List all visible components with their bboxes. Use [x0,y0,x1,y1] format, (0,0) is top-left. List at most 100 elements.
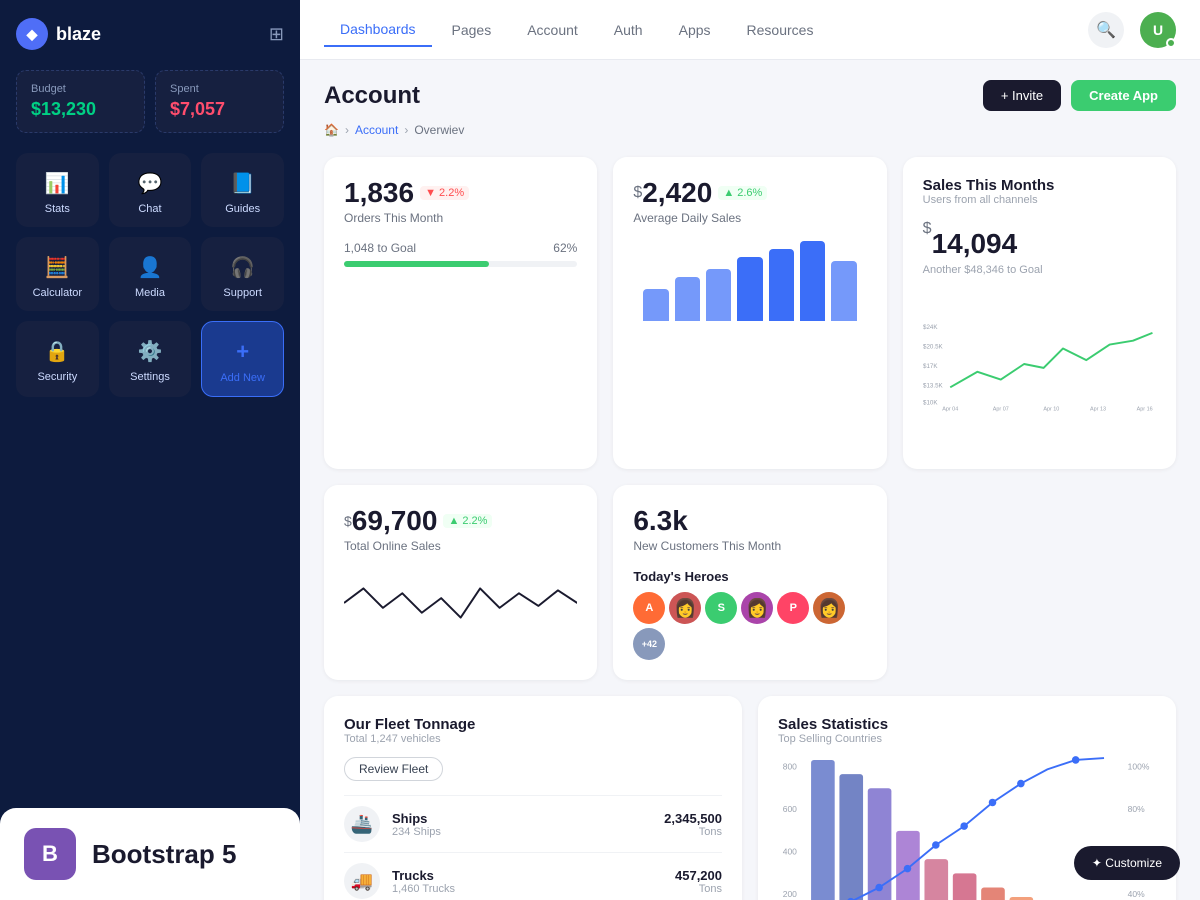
menu-icon[interactable]: ⊞ [269,24,284,45]
avatar[interactable]: U [1140,12,1176,48]
hero-5: P [777,592,809,624]
nav-grid: 📊 Stats 💬 Chat 📘 Guides 🧮 Calculator 👤 M… [16,153,284,397]
breadcrumb-account[interactable]: Account [355,123,398,137]
svg-text:$10K: $10K [923,399,938,406]
page-actions: + Invite Create App [983,80,1176,111]
bar-6 [800,241,825,321]
trucks-tons: 457,200 [675,868,722,883]
bar-1 [643,289,668,321]
sidebar-item-stats[interactable]: 📊 Stats [16,153,99,227]
main-content: Dashboards Pages Account Auth Apps Resou… [300,0,1200,900]
support-icon: 🎧 [229,253,257,281]
progress-row: 1,048 to Goal 62% [344,241,577,255]
daily-sales-change: ▲ 2.6% [718,186,767,200]
sales-prefix: $ [923,220,932,238]
total-sales-prefix: $ [344,513,352,529]
bar-3 [706,269,731,321]
ships-info: Ships 234 Ships [392,811,441,838]
create-app-label: Create App [1089,88,1158,103]
sidebar-item-security[interactable]: 🔒 Security [16,321,99,397]
trucks-info: Trucks 1,460 Trucks [392,868,455,895]
spent-value: $7,057 [170,99,269,120]
stats-grid: 1,836 ▼ 2.2% Orders This Month 1,048 to … [324,157,1176,469]
hero-1: A [633,592,665,624]
bar-5 [769,249,794,321]
svg-text:Apr 16: Apr 16 [1136,407,1152,413]
sales-stats-sub: Top Selling Countries [778,733,1156,745]
sidebar-item-guides[interactable]: 📘 Guides [201,153,284,227]
sidebar-item-chat[interactable]: 💬 Chat [109,153,192,227]
tab-apps[interactable]: Apps [663,14,727,46]
orders-change: ▼ 2.2% [420,186,469,200]
bootstrap-letter: B [42,841,58,867]
sales-month-card: Sales This Months Users from all channel… [903,157,1176,469]
svg-text:80%: 80% [1128,804,1145,814]
guides-label: Guides [225,203,260,215]
app-name: blaze [56,24,101,45]
tab-auth[interactable]: Auth [598,14,659,46]
breadcrumb-overview: Overwiev [414,123,464,137]
breadcrumb: 🏠 › Account › Overwiev [324,123,1176,137]
settings-icon: ⚙️ [136,337,164,365]
sales-goal: Another $48,346 to Goal [923,264,1156,276]
hero-4: 👩 [741,592,773,624]
svg-text:40%: 40% [1128,889,1145,899]
hero-3: S [705,592,737,624]
progress-percent: 62% [553,241,577,255]
sidebar-item-calculator[interactable]: 🧮 Calculator [16,237,99,311]
svg-text:100%: 100% [1128,761,1150,771]
trucks-unit: Tons [675,883,722,895]
svg-text:800: 800 [783,761,797,771]
bar-2 [675,277,700,321]
sidebar-header: ◆ blaze ⊞ [16,18,284,50]
budget-value: $13,230 [31,99,130,120]
right-spacer [903,485,1176,680]
daily-sales-card: $ 2,420 ▲ 2.6% Average Daily Sales [613,157,886,469]
customize-label: ✦ Customize [1092,856,1162,870]
tab-account[interactable]: Account [511,14,594,46]
sales-stats-title: Sales Statistics [778,716,1156,733]
tab-pages[interactable]: Pages [436,14,508,46]
review-fleet-button[interactable]: Review Fleet [344,757,443,781]
svg-text:$24K: $24K [923,324,938,331]
tab-dashboards[interactable]: Dashboards [324,13,432,47]
chat-label: Chat [138,203,161,215]
nav-right: 🔍 U [1088,12,1176,48]
sales-sub: Users from all channels [923,194,1156,206]
search-button[interactable]: 🔍 [1088,12,1124,48]
total-sales-label: Total Online Sales [344,539,577,553]
sidebar-item-support[interactable]: 🎧 Support [201,237,284,311]
wavy-chart [344,563,577,643]
svg-text:$13.5K: $13.5K [923,382,944,389]
bar-4 [737,257,762,321]
media-icon: 👤 [136,253,164,281]
logo: ◆ blaze [16,18,101,50]
create-app-button[interactable]: Create App [1071,80,1176,111]
svg-text:200: 200 [783,889,797,899]
customize-button[interactable]: ✦ Customize [1074,846,1180,880]
daily-sales-value: 2,420 [642,177,712,209]
total-sales-card: $ 69,700 ▲ 2.2% Total Online Sales [324,485,597,680]
fleet-row-ships: 🚢 Ships 234 Ships 2,345,500 Tons [344,795,722,852]
svg-text:600: 600 [783,804,797,814]
budget-row: Budget $13,230 Spent $7,057 [16,70,284,133]
ships-name: Ships [392,811,441,826]
daily-sales-label: Average Daily Sales [633,211,866,225]
tab-resources[interactable]: Resources [731,14,830,46]
total-sales-value: 69,700 [352,505,438,537]
ships-icon: 🚢 [344,806,380,842]
fleet-row-trucks: 🚚 Trucks 1,460 Trucks 457,200 Tons [344,852,722,900]
heroes-title: Today's Heroes [633,569,866,584]
svg-text:$17K: $17K [923,363,938,370]
sidebar-item-settings[interactable]: ⚙️ Settings [109,321,192,397]
trucks-value-area: 457,200 Tons [675,868,722,895]
sales-title: Sales This Months [923,177,1156,194]
add-new-icon: + [229,338,257,366]
svg-text:Apr 10: Apr 10 [1043,407,1059,413]
sidebar-item-add-new[interactable]: + Add New [201,321,284,397]
invite-button[interactable]: + Invite [983,80,1061,111]
sidebar-item-media[interactable]: 👤 Media [109,237,192,311]
sales-chart: $24K $20.5K $17K $13.5K $10K Apr 04 Apr … [923,284,1156,444]
svg-text:Apr 13: Apr 13 [1090,407,1106,413]
home-icon: 🏠 [324,123,339,137]
